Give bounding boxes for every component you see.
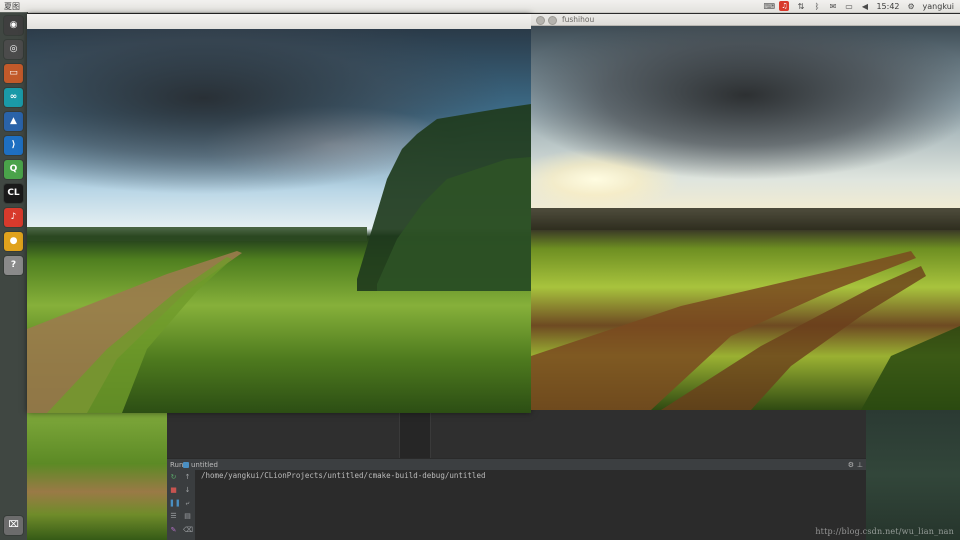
- dash-icon[interactable]: ◉: [4, 16, 23, 35]
- qt-icon[interactable]: Q: [4, 160, 23, 179]
- matlab-icon[interactable]: ▲: [4, 112, 23, 131]
- layout-icon[interactable]: ☰: [169, 512, 178, 521]
- ide-editor-divider: [399, 413, 431, 458]
- pin-icon[interactable]: ✎: [169, 526, 178, 535]
- pause-icon[interactable]: ❚❚: [169, 499, 181, 508]
- run-config-icon: [183, 462, 189, 468]
- clion-icon[interactable]: CL: [4, 184, 23, 203]
- active-app-title: 夏图: [4, 2, 20, 11]
- close-window-icon[interactable]: [536, 16, 545, 25]
- netease-music-icon[interactable]: ♪: [4, 208, 23, 227]
- window-titlebar[interactable]: fushihou: [531, 14, 960, 26]
- bluetooth-icon[interactable]: ᛒ: [812, 2, 821, 11]
- browser-icon[interactable]: ◎: [4, 40, 23, 59]
- console-line: /home/yangkui/CLionProjects/untitled/cma…: [201, 471, 486, 480]
- trash-icon[interactable]: ⌧: [4, 516, 23, 535]
- clock[interactable]: 15:42: [876, 2, 899, 11]
- scroll-down-icon[interactable]: ↓: [183, 486, 192, 495]
- ide-editor-area: [167, 410, 866, 458]
- eroded-overlay: [531, 208, 960, 410]
- landscape-image: [27, 29, 531, 413]
- vscode-icon[interactable]: ⟩: [4, 136, 23, 155]
- keyboard-icon[interactable]: ⌨: [763, 2, 775, 11]
- clear-icon[interactable]: ⌫: [183, 526, 193, 535]
- window-titlebar[interactable]: [27, 14, 531, 30]
- window-title: fushihou: [562, 15, 595, 24]
- settings-gear-icon[interactable]: ⚙: [907, 2, 916, 11]
- desktop-wallpaper-strip-right: [866, 410, 960, 540]
- system-tray: ⌨ ♫ ⇅ ᛒ ✉ ▭ ◀ 15:42 ⚙ yangkui: [763, 0, 954, 12]
- image-window-fushihou[interactable]: fushihou: [531, 14, 960, 410]
- run-toolbar: ↻ ■ ❚❚ ☰ ✎: [167, 470, 181, 540]
- arduino-icon[interactable]: ∞: [4, 88, 23, 107]
- battery-icon[interactable]: ▭: [844, 2, 853, 11]
- help-icon[interactable]: ?: [4, 256, 23, 275]
- eroded-landscape-image: [531, 26, 960, 410]
- watermark: http://blog.csdn.net/wu_lian_nan: [815, 527, 954, 536]
- launcher: ◉ ◎ ▭ ∞ ▲ ⟩ Q CL ♪ ●? ⌧: [0, 12, 28, 540]
- files-icon[interactable]: ▭: [4, 64, 23, 83]
- landscape-overlay: [27, 104, 531, 413]
- stop-icon[interactable]: ■: [169, 486, 178, 495]
- scroll-up-icon[interactable]: ↑: [183, 473, 192, 482]
- run-console[interactable]: /home/yangkui/CLionProjects/untitled/cma…: [195, 470, 866, 540]
- rerun-icon[interactable]: ↻: [169, 473, 178, 482]
- network-icon[interactable]: ⇅: [796, 2, 805, 11]
- run-toolbar-secondary: ↑ ↓ ⤶ ▤ ⌫: [180, 470, 196, 540]
- volume-icon[interactable]: ◀: [860, 2, 869, 11]
- soft-wrap-icon[interactable]: ⤶: [183, 499, 192, 508]
- mail-icon[interactable]: ✉: [828, 2, 837, 11]
- username[interactable]: yangkui: [923, 2, 954, 11]
- top-panel: 夏图 ⌨ ♫ ⇅ ᛒ ✉ ▭ ◀ 15:42 ⚙ yangkui: [0, 0, 960, 13]
- chrome-icon[interactable]: ●: [4, 232, 23, 251]
- image-window-original[interactable]: [27, 14, 531, 413]
- print-icon[interactable]: ▤: [183, 512, 192, 521]
- netease-music-tray-icon[interactable]: ♫: [779, 1, 790, 11]
- desktop-wallpaper-strip: [27, 413, 167, 540]
- minimize-window-icon[interactable]: [548, 16, 557, 25]
